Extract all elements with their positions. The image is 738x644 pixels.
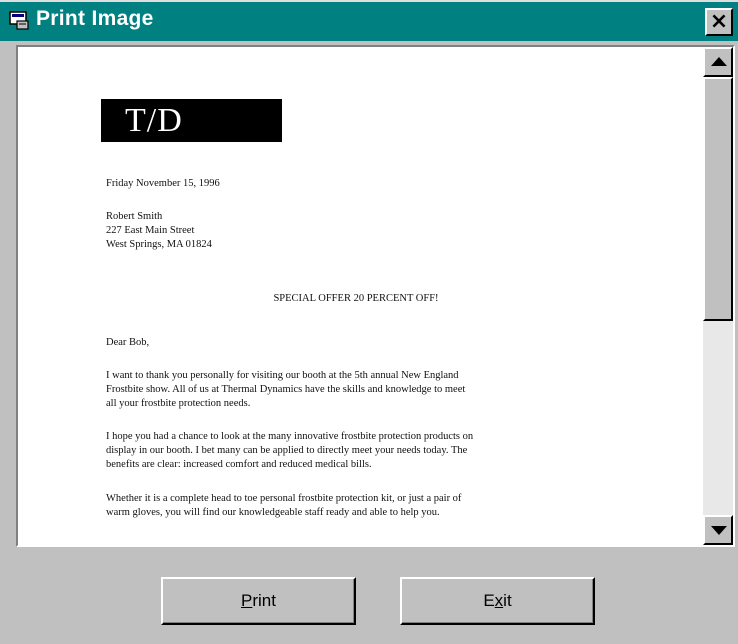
- scroll-thumb[interactable]: [703, 77, 733, 321]
- paragraph-line: Frostbite show. All of us at Thermal Dyn…: [106, 384, 466, 395]
- paragraph-line: display in our booth. I bet many can be …: [106, 445, 468, 456]
- image-viewer: T/D Friday November 15, 1996 Robert Smit…: [16, 45, 735, 547]
- letter-date: Friday November 15, 1996: [106, 178, 220, 189]
- vertical-scrollbar[interactable]: [703, 47, 733, 545]
- exit-button-label: Exit: [483, 591, 512, 610]
- title-bar[interactable]: Print Image ×: [0, 0, 738, 41]
- letter-heading: SPECIAL OFFER 20 PERCENT OFF!: [273, 293, 439, 304]
- letter-page: T/D Friday November 15, 1996 Robert Smit…: [18, 47, 703, 545]
- company-logo: T/D: [101, 99, 282, 142]
- exit-button[interactable]: Exit: [400, 577, 595, 625]
- paragraph-line: Whether it is a complete head to toe per…: [106, 493, 462, 504]
- print-button[interactable]: Print: [161, 577, 356, 625]
- print-button-label: Print: [241, 591, 276, 610]
- salutation: Dear Bob,: [106, 337, 150, 348]
- close-button[interactable]: ×: [705, 8, 733, 36]
- scroll-up-button[interactable]: [703, 47, 733, 77]
- window-title: Print Image: [36, 7, 154, 30]
- paragraph-line: warm gloves, you will find our knowledge…: [106, 507, 440, 518]
- paragraph-line: all your frostbite protection needs.: [106, 398, 251, 409]
- close-icon: ×: [709, 9, 729, 34]
- paragraph-line: benefits are clear: increased comfort an…: [106, 459, 372, 470]
- printer-icon: [9, 11, 29, 30]
- print-image-dialog: Print Image × T/D Friday November 15, 19…: [0, 0, 738, 644]
- arrow-up-icon: [711, 57, 727, 66]
- address-line: Robert Smith: [106, 211, 163, 222]
- paragraph-line: I want to thank you personally for visit…: [106, 370, 459, 381]
- address-line: 227 East Main Street: [106, 225, 195, 236]
- arrow-down-icon: [711, 526, 727, 535]
- address-line: West Springs, MA 01824: [106, 239, 212, 250]
- scroll-down-button[interactable]: [703, 515, 733, 545]
- paragraph-line: I hope you had a chance to look at the m…: [106, 431, 474, 442]
